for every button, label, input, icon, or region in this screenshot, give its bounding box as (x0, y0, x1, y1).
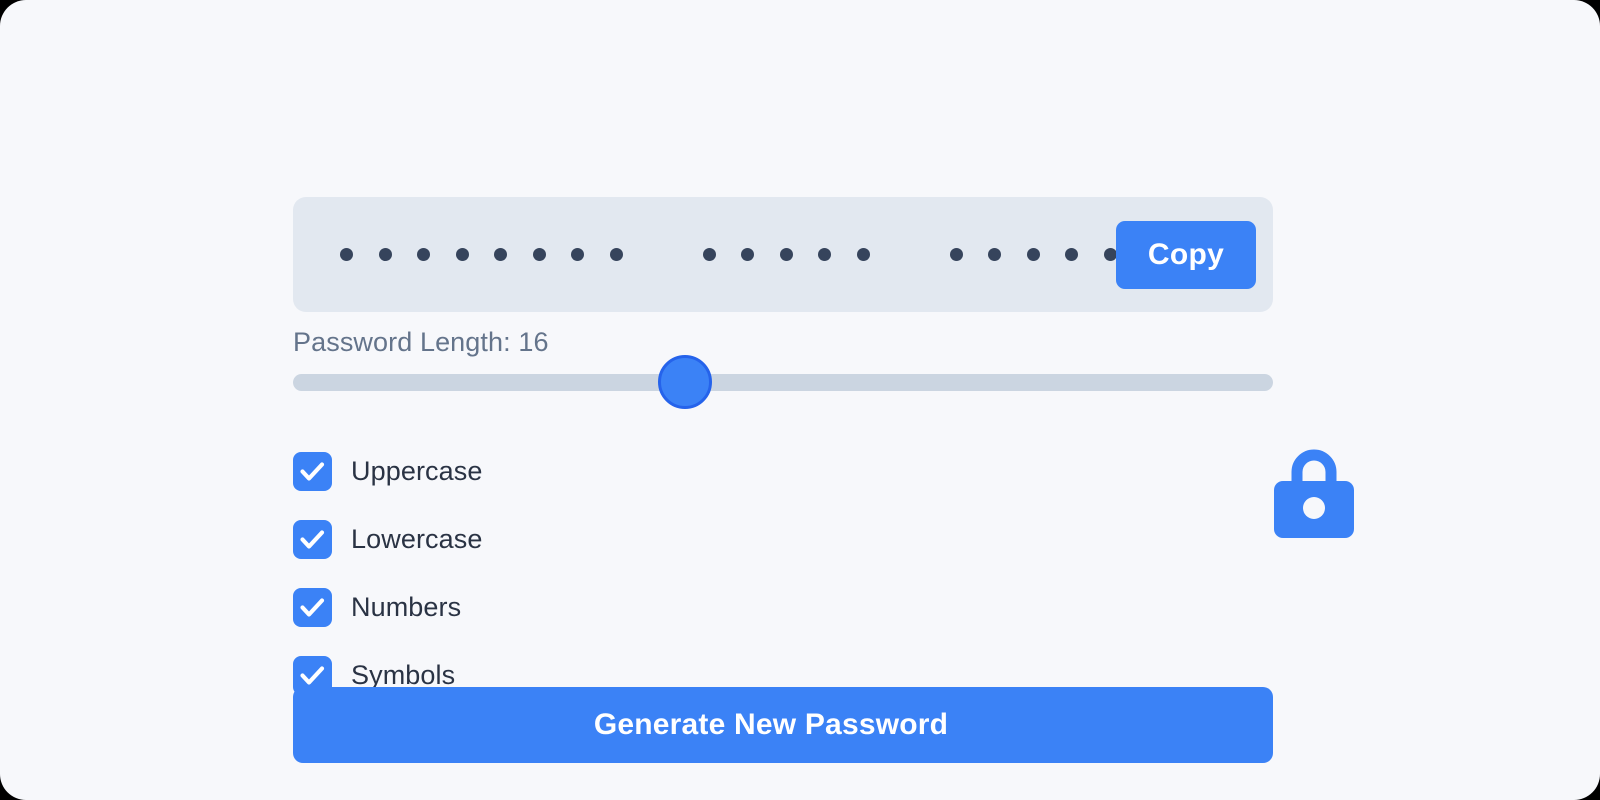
password-dot (532, 248, 546, 261)
password-dot (741, 248, 754, 261)
check-icon (300, 529, 325, 549)
password-dot (856, 248, 870, 261)
password-dot (417, 248, 430, 261)
option-label-numbers: Numbers (351, 591, 462, 622)
password-dot (779, 248, 793, 261)
password-dot (378, 248, 392, 261)
password-generator-app: Copy Password Length: 16 Uppercase Lower… (0, 0, 1600, 800)
password-display-field[interactable]: Copy (293, 197, 1273, 312)
password-length-slider[interactable] (293, 355, 1273, 411)
option-row-uppercase[interactable]: Uppercase (293, 451, 993, 491)
password-dot (609, 248, 623, 261)
password-dot (494, 248, 507, 261)
check-icon (300, 597, 325, 617)
password-dot-spacer (623, 254, 703, 255)
option-row-numbers[interactable]: Numbers (293, 587, 993, 627)
password-dot-group (702, 248, 870, 261)
option-label-symbols: Symbols (351, 659, 456, 690)
lock-icon (1272, 446, 1356, 541)
password-masked-value (340, 197, 1155, 312)
password-dot (1065, 248, 1078, 261)
password-dot (818, 248, 831, 261)
option-row-lowercase[interactable]: Lowercase (293, 519, 993, 559)
password-dot (702, 248, 716, 261)
checkbox-numbers[interactable] (293, 587, 332, 627)
option-label-lowercase: Lowercase (351, 523, 483, 554)
check-icon (300, 665, 325, 685)
password-dot (1103, 248, 1117, 261)
generate-password-button[interactable]: Generate New Password (293, 687, 1273, 763)
copy-button[interactable]: Copy (1116, 221, 1256, 289)
slider-track[interactable] (293, 374, 1273, 391)
character-options-list: Uppercase Lowercase Numbers Symbols (293, 451, 993, 724)
password-dot (571, 248, 584, 261)
option-label-uppercase: Uppercase (351, 455, 483, 486)
password-length-label: Password Length: 16 (293, 327, 549, 357)
password-dot (988, 248, 1001, 261)
checkbox-lowercase[interactable] (293, 519, 332, 559)
password-dot (1026, 248, 1040, 261)
password-dot-group (340, 248, 623, 261)
checkbox-uppercase[interactable] (293, 451, 332, 491)
slider-thumb[interactable] (658, 355, 712, 409)
password-dot (340, 248, 353, 261)
password-dot (455, 248, 469, 261)
check-icon (300, 461, 325, 481)
password-dot (949, 248, 963, 261)
password-dot-spacer (870, 254, 950, 255)
